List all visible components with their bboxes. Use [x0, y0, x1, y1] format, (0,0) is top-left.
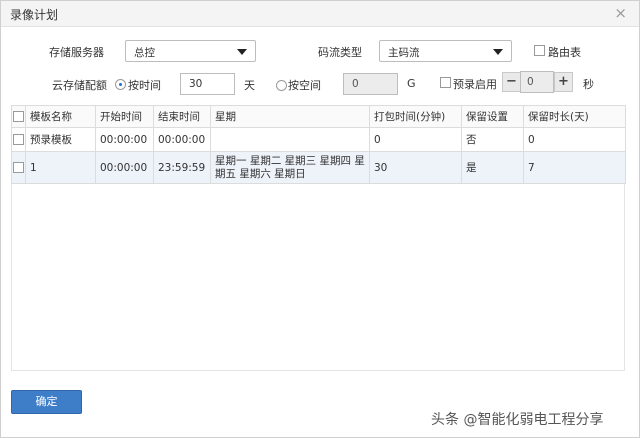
- storage-server-select[interactable]: 总控: [125, 40, 256, 62]
- space-unit-label: G: [407, 77, 416, 90]
- close-icon[interactable]: ×: [614, 4, 627, 22]
- cell-retain-setting: 否: [461, 127, 524, 152]
- space-quota-input[interactable]: 0: [343, 73, 398, 95]
- cell-template-name: 预录模板: [25, 127, 96, 152]
- ok-button[interactable]: 确定: [11, 390, 82, 414]
- stream-type-label: 码流类型: [318, 46, 362, 59]
- col-weekdays[interactable]: 星期: [210, 105, 370, 128]
- table-header-row: 模板名称 开始时间 结束时间 星期 打包时间(分钟) 保留设置 保留时长(天): [11, 105, 626, 128]
- cell-end-time: 00:00:00: [153, 127, 211, 152]
- prerecord-seconds-input[interactable]: 0: [520, 71, 554, 93]
- row-checkbox[interactable]: [13, 134, 24, 145]
- title-bar: 录像计划 ×: [1, 1, 639, 27]
- col-pack-time[interactable]: 打包时间(分钟): [369, 105, 462, 128]
- cell-weekdays: 星期一 星期二 星期三 星期四 星期五 星期六 星期日: [210, 151, 370, 184]
- storage-server-value: 总控: [134, 47, 155, 59]
- cell-pack-time: 0: [369, 127, 462, 152]
- prerecord-checkbox[interactable]: [440, 77, 451, 88]
- row-checkbox[interactable]: [13, 162, 24, 173]
- cell-weekdays: [210, 127, 370, 152]
- cell-start-time: 00:00:00: [95, 151, 154, 184]
- by-space-label: 按空间: [288, 79, 321, 92]
- storage-server-label: 存储服务器: [49, 46, 104, 59]
- time-quota-input[interactable]: 30: [180, 73, 235, 95]
- chevron-down-icon: [493, 49, 503, 55]
- select-all-checkbox[interactable]: [13, 111, 24, 122]
- select-all-cell: [11, 105, 26, 128]
- day-unit-label: 天: [244, 79, 255, 92]
- prerecord-minus-button[interactable]: −: [502, 72, 521, 92]
- cell-end-time: 23:59:59: [153, 151, 211, 184]
- stream-type-select[interactable]: 主码流: [379, 40, 512, 62]
- cell-start-time: 00:00:00: [95, 127, 154, 152]
- cell-template-name: 1: [25, 151, 96, 184]
- by-time-radio[interactable]: [115, 79, 126, 90]
- col-start-time[interactable]: 开始时间: [95, 105, 154, 128]
- prerecord-plus-button[interactable]: +: [554, 72, 573, 92]
- row-select-cell: [11, 127, 26, 152]
- prerecord-label: 预录启用: [453, 78, 497, 91]
- col-end-time[interactable]: 结束时间: [153, 105, 211, 128]
- dialog-title: 录像计划: [10, 8, 59, 22]
- cell-retain-days: 7: [523, 151, 626, 184]
- cloud-quota-label: 云存储配额: [52, 79, 107, 92]
- record-plan-table: 模板名称 开始时间 结束时间 星期 打包时间(分钟) 保留设置 保留时长(天) …: [11, 105, 626, 184]
- watermark-text: 头条 @智能化弱电工程分享: [431, 412, 604, 428]
- by-space-radio[interactable]: [276, 80, 287, 91]
- prerecord-unit-label: 秒: [583, 78, 594, 91]
- table-row[interactable]: 预录模板 00:00:00 00:00:00 0 否 0: [11, 127, 626, 152]
- route-table-checkbox[interactable]: [534, 45, 545, 56]
- row-select-cell: [11, 151, 26, 184]
- stream-type-value: 主码流: [388, 47, 420, 59]
- col-template-name[interactable]: 模板名称: [25, 105, 96, 128]
- record-plan-dialog: 录像计划 × 存储服务器 总控 码流类型 主码流 路由表 云存储配额 按时间 3…: [0, 0, 640, 438]
- cell-retain-setting: 是: [461, 151, 524, 184]
- cell-pack-time: 30: [369, 151, 462, 184]
- chevron-down-icon: [237, 49, 247, 55]
- route-table-label: 路由表: [548, 46, 581, 59]
- col-retain-setting[interactable]: 保留设置: [461, 105, 524, 128]
- col-retain-days[interactable]: 保留时长(天): [523, 105, 626, 128]
- by-time-label: 按时间: [128, 79, 161, 92]
- cell-retain-days: 0: [523, 127, 626, 152]
- table-row[interactable]: 1 00:00:00 23:59:59 星期一 星期二 星期三 星期四 星期五 …: [11, 151, 626, 184]
